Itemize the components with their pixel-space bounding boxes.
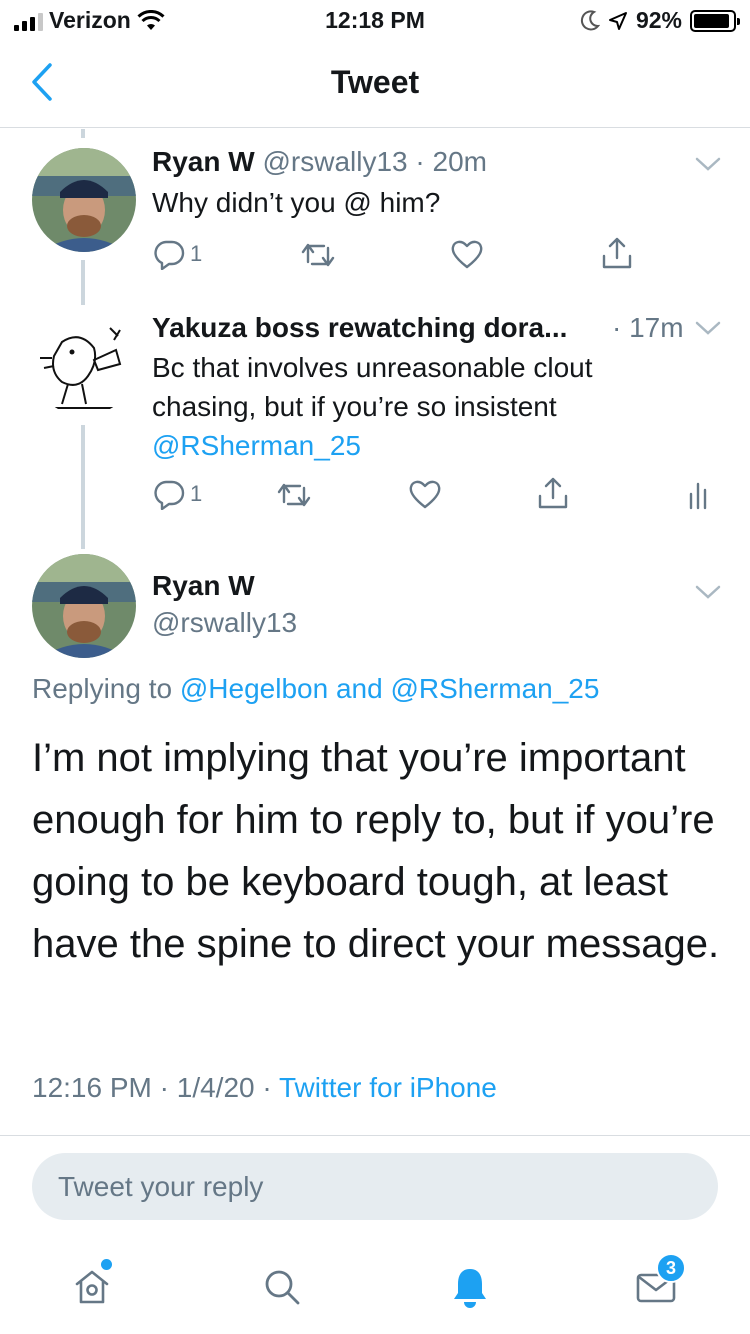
tweet-text: Why didn’t you @ him? <box>152 187 441 218</box>
heart-icon <box>409 480 441 509</box>
mention-link[interactable]: @Hegelbon <box>180 673 328 704</box>
author-handle[interactable]: @rswally13 <box>262 146 407 177</box>
reply-count: 1 <box>190 481 203 506</box>
tab-search[interactable] <box>252 1257 312 1317</box>
share-button[interactable] <box>536 476 570 510</box>
tweet-time: 12:16 PM <box>32 1072 152 1103</box>
tweet-header: Yakuza boss rewatching dora... <box>152 312 567 344</box>
thread-connector <box>81 425 85 549</box>
mention-link[interactable]: @RSherman_25 <box>390 673 599 704</box>
tweet-age-wrap: · 17m <box>612 312 684 344</box>
home-icon <box>75 1270 109 1304</box>
like-button[interactable] <box>450 238 484 270</box>
location-arrow-icon <box>608 11 627 30</box>
tweet-header: Ryan W @rswally13 · 20m <box>152 146 487 178</box>
thread-connector <box>81 260 85 305</box>
battery-icon <box>690 9 740 32</box>
bell-icon <box>454 1269 486 1308</box>
replying-label: Replying to <box>32 673 173 704</box>
tweet-body: Bc that involves unreasonable clout chas… <box>152 352 593 422</box>
tab-notifications[interactable] <box>440 1257 500 1317</box>
reply-button[interactable]: 1 <box>152 238 202 270</box>
battery-percentage: 92% <box>635 7 682 33</box>
analytics-button[interactable] <box>688 480 712 510</box>
reply-placeholder: Tweet your reply <box>58 1170 264 1202</box>
tab-home[interactable] <box>62 1257 122 1317</box>
share-icon <box>538 477 568 509</box>
tab-messages[interactable]: 3 <box>626 1253 686 1317</box>
page-title: Tweet <box>330 64 420 100</box>
like-button[interactable] <box>408 478 442 510</box>
reply-button[interactable]: 1 <box>152 478 202 510</box>
author-name[interactable]: Ryan W <box>152 146 255 177</box>
share-button[interactable] <box>600 236 634 270</box>
replying-and: and <box>335 673 383 704</box>
tweet-source[interactable]: Twitter for iPhone <box>279 1072 497 1103</box>
analytics-icon <box>689 482 707 510</box>
retweet-icon <box>301 243 335 267</box>
heart-icon <box>451 240 483 269</box>
reply-input[interactable]: Tweet your reply <box>32 1153 718 1220</box>
thread-connector <box>81 129 85 138</box>
divider <box>0 1135 750 1136</box>
tweet-date: 1/4/20 <box>176 1072 255 1103</box>
unread-dot <box>101 1259 112 1270</box>
tweet-age: · 20m <box>415 146 487 177</box>
replying-to: Replying to @Hegelbon and @RSherman_25 <box>32 673 599 705</box>
author-name[interactable]: Ryan W <box>152 570 255 602</box>
share-icon <box>602 237 632 269</box>
reply-count: 1 <box>190 241 203 266</box>
avatar[interactable] <box>32 148 136 252</box>
avatar[interactable] <box>32 554 136 658</box>
author-name[interactable]: Yakuza boss rewatching dora... <box>152 312 567 343</box>
tweet-age: · 17m <box>612 312 684 343</box>
status-bar: Verizon 12:18 PM 92% <box>0 0 750 40</box>
search-icon <box>265 1270 300 1305</box>
system-indicators: 92% <box>580 7 740 34</box>
retweet-button[interactable] <box>300 240 336 270</box>
chevron-down-icon[interactable] <box>690 152 726 176</box>
tweet-timestamp: 12:16 PM · 1/4/20 · Twitter for iPhone <box>32 1072 497 1103</box>
avatar[interactable] <box>32 312 136 416</box>
tweet-text: I’m not implying that you’re important e… <box>32 736 720 966</box>
reply-icon <box>154 240 185 270</box>
moon-icon <box>580 9 600 30</box>
mention-link[interactable]: @RSherman_25 <box>152 430 361 461</box>
tab-bar: 3 <box>0 1235 750 1334</box>
messages-badge: 3 <box>656 1253 686 1283</box>
chevron-down-icon[interactable] <box>690 316 726 340</box>
tweet-text: Bc that involves unreasonable clout chas… <box>152 348 652 465</box>
retweet-button[interactable] <box>276 480 312 510</box>
retweet-icon <box>277 483 311 507</box>
reply-icon <box>154 480 185 510</box>
navigation-bar: Tweet <box>0 40 750 128</box>
chevron-down-icon[interactable] <box>690 580 726 604</box>
author-handle[interactable]: @rswally13 <box>152 607 297 639</box>
